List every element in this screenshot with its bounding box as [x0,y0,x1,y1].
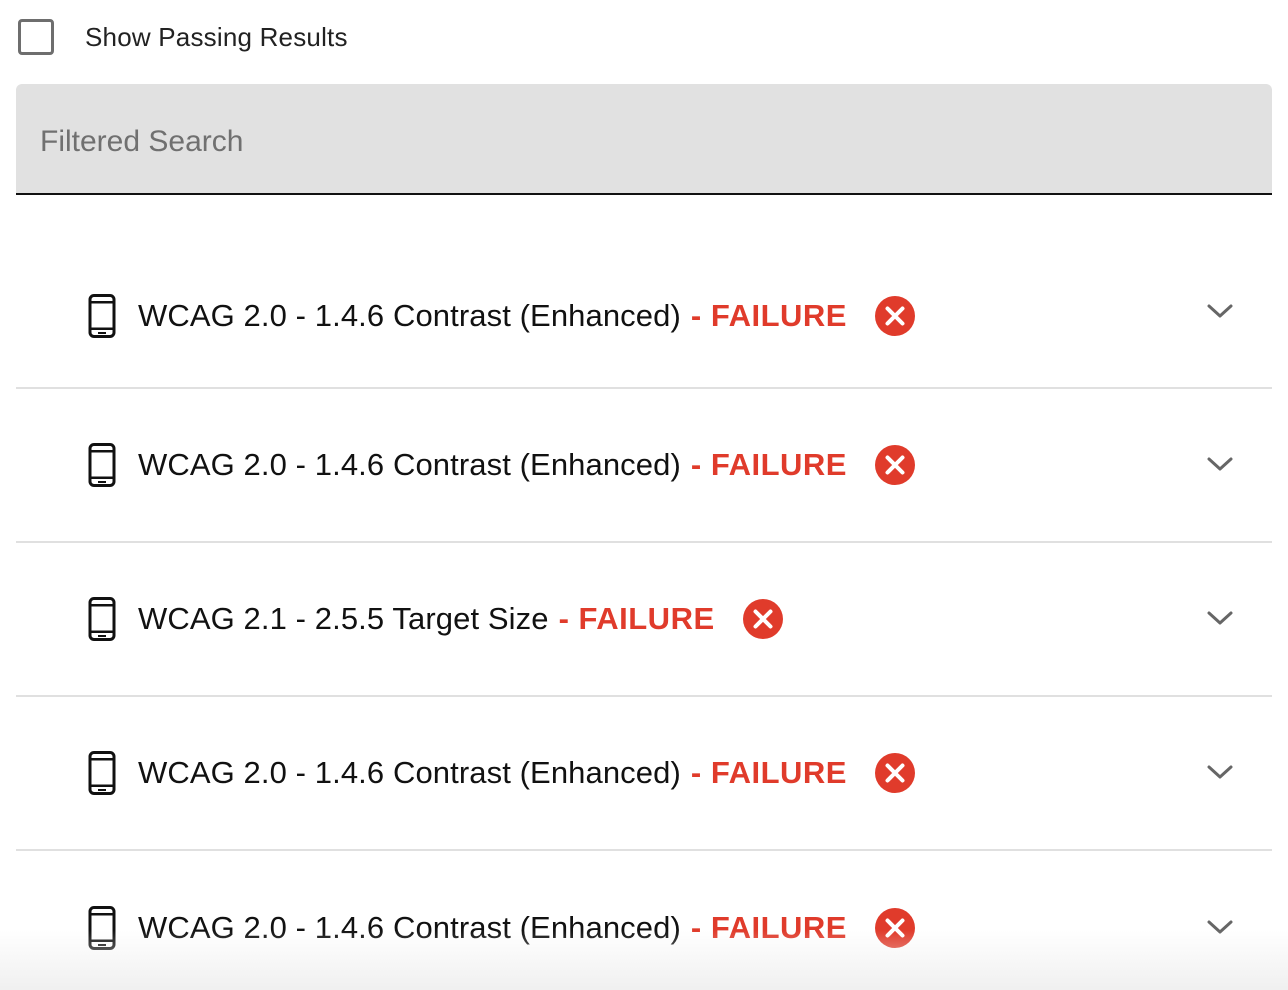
error-x-icon [874,753,915,793]
mobile-phone-icon [88,293,116,338]
result-row[interactable]: WCAG 2.0 - 1.4.6 Contrast (Enhanced) - F… [16,236,1272,389]
show-passing-row: Show Passing Results [18,18,348,56]
chevron-down-icon[interactable] [1206,609,1234,627]
result-row[interactable]: WCAG 2.0 - 1.4.6 Contrast (Enhanced) - F… [16,851,1272,990]
mobile-phone-icon [88,751,116,795]
result-title: WCAG 2.0 - 1.4.6 Contrast (Enhanced) [138,297,681,333]
chevron-down-icon[interactable] [1206,918,1234,936]
chevron-down-icon[interactable] [1206,455,1234,473]
result-title: WCAG 2.0 - 1.4.6 Contrast (Enhanced) [138,755,681,790]
mobile-phone-icon [88,906,116,950]
result-status: - FAILURE [690,910,847,945]
search-input[interactable] [16,84,1272,193]
mobile-phone-icon [88,597,116,641]
result-row[interactable]: WCAG 2.1 - 2.5.5 Target Size - FAILURE [16,543,1272,697]
chevron-down-icon[interactable] [1206,763,1234,781]
result-title: WCAG 2.0 - 1.4.6 Contrast (Enhanced) [138,447,681,482]
error-x-icon [874,295,915,336]
result-row[interactable]: WCAG 2.0 - 1.4.6 Contrast (Enhanced) - F… [16,389,1272,543]
error-x-icon [874,908,915,948]
accessibility-results-page: Show Passing Results WCAG 2.0 - 1.4.6 Co… [0,0,1288,990]
result-title: WCAG 2.1 - 2.5.5 Target Size [138,601,549,636]
error-x-icon [874,445,915,485]
mobile-phone-icon [88,443,116,487]
result-status: - FAILURE [690,447,847,482]
result-status: - FAILURE [690,297,847,333]
filtered-search-field[interactable] [16,84,1272,195]
results-list: WCAG 2.0 - 1.4.6 Contrast (Enhanced) - F… [16,236,1272,990]
chevron-down-icon[interactable] [1206,302,1234,320]
show-passing-label[interactable]: Show Passing Results [85,22,348,53]
result-title: WCAG 2.0 - 1.4.6 Contrast (Enhanced) [138,910,681,945]
show-passing-checkbox[interactable] [18,19,54,55]
result-row[interactable]: WCAG 2.0 - 1.4.6 Contrast (Enhanced) - F… [16,697,1272,851]
result-status: - FAILURE [690,755,847,790]
error-x-icon [742,599,783,639]
result-status: - FAILURE [558,601,715,636]
